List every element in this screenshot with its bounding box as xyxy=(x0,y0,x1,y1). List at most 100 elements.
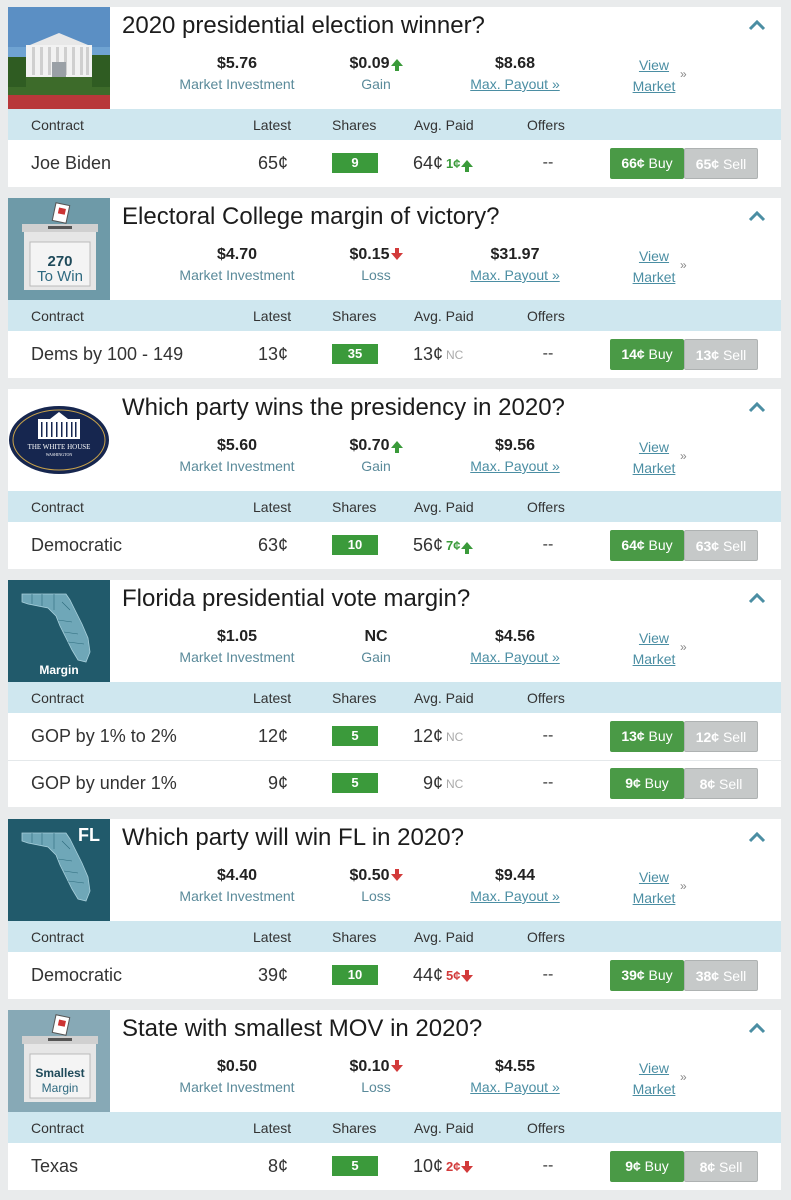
view-market-link[interactable]: View Market xyxy=(626,55,682,97)
buy-button[interactable]: 66¢ Buy xyxy=(610,148,684,179)
buy-button[interactable]: 9¢ Buy xyxy=(610,768,684,799)
sell-button[interactable]: 63¢ Sell xyxy=(684,530,758,561)
shares-badge: 5 xyxy=(332,773,378,793)
sell-button[interactable]: 12¢ Sell xyxy=(684,721,758,752)
offers-value: -- xyxy=(542,774,554,791)
market-gain: $0.15 Loss xyxy=(306,245,446,283)
market-thumbnail[interactable]: FL xyxy=(8,819,110,921)
chevron-up-icon[interactable] xyxy=(747,829,767,845)
market-investment: $5.76 Market Investment xyxy=(167,54,307,92)
price-change: 1¢ xyxy=(446,156,474,173)
max-payout: $8.68 Max. Payout » xyxy=(445,54,585,92)
market-title[interactable]: 2020 presidential election winner? xyxy=(122,12,485,40)
chevron-up-icon[interactable] xyxy=(747,399,767,415)
view-market-link[interactable]: View Market xyxy=(626,867,682,909)
gain-label: Loss xyxy=(361,888,391,904)
payout-link[interactable]: Max. Payout » xyxy=(445,649,585,665)
chevron-right-icon: » xyxy=(680,67,687,81)
chevron-up-icon[interactable] xyxy=(747,208,767,224)
arrow-down-icon xyxy=(390,869,403,882)
chevron-right-icon: » xyxy=(680,1070,687,1084)
contract-name[interactable]: Democratic xyxy=(31,535,122,556)
chevron-up-icon[interactable] xyxy=(747,1020,767,1036)
buy-button[interactable]: 39¢ Buy xyxy=(610,960,684,991)
market-thumbnail[interactable] xyxy=(8,7,110,109)
buy-price: 13¢ xyxy=(621,728,645,744)
arrow-down-icon xyxy=(461,1161,474,1174)
buy-button[interactable]: 64¢ Buy xyxy=(610,530,684,561)
market-gain: $0.50 Loss xyxy=(306,866,446,904)
buy-button[interactable]: 14¢ Buy xyxy=(610,339,684,370)
chevron-up-icon[interactable] xyxy=(747,17,767,33)
view-market-link[interactable]: View Market xyxy=(626,246,682,288)
gain-label: Gain xyxy=(361,458,391,474)
header-shares: Shares xyxy=(332,308,377,324)
offers-value: -- xyxy=(542,536,554,553)
contract-name[interactable]: GOP by 1% to 2% xyxy=(31,726,177,747)
market-card: FL Which party will win FL in 2020? $4.40… xyxy=(8,819,781,999)
market-thumbnail[interactable]: 270 To Win xyxy=(8,198,110,300)
view-market-link[interactable]: View Market xyxy=(626,437,682,479)
market-investment: $4.40 Market Investment xyxy=(167,866,307,904)
shares-badge: 10 xyxy=(332,965,378,985)
sell-button[interactable]: 8¢ Sell xyxy=(684,1151,758,1182)
price-change-value: 1¢ xyxy=(446,156,461,171)
chevron-up-icon[interactable] xyxy=(747,590,767,606)
market-title[interactable]: Electoral College margin of victory? xyxy=(122,203,500,231)
buy-label: Buy xyxy=(644,537,673,553)
market-thumbnail[interactable]: THE WHITE HOUSE WASHINGTON xyxy=(8,389,110,491)
buy-price: 9¢ xyxy=(625,775,641,791)
view-market-line1: View xyxy=(638,1060,670,1076)
header-avg-paid: Avg. Paid xyxy=(414,499,474,515)
payout-value: $9.44 xyxy=(494,867,536,884)
sell-button[interactable]: 8¢ Sell xyxy=(684,768,758,799)
market-title[interactable]: Which party wins the presidency in 2020? xyxy=(122,394,565,422)
contract-row: GOP by 1% to 2% 12¢ 5 12¢ NC -- 13¢ Buy 12¢ Sel… xyxy=(8,713,781,760)
arrow-up-icon xyxy=(390,441,403,454)
contract-name[interactable]: Dems by 100 - 149 xyxy=(31,344,183,365)
max-payout: $31.97 Max. Payout » xyxy=(445,245,585,283)
view-market-line2: Market xyxy=(632,1081,676,1097)
market-card: THE WHITE HOUSE WASHINGTON Which party w… xyxy=(8,389,781,569)
market-title[interactable]: Florida presidential vote margin? xyxy=(122,585,470,613)
investment-label: Market Investment xyxy=(179,1079,295,1095)
contract-name[interactable]: Democratic xyxy=(31,965,122,986)
header-offers: Offers xyxy=(527,690,565,706)
payout-link[interactable]: Max. Payout » xyxy=(445,458,585,474)
sell-button[interactable]: 65¢ Sell xyxy=(684,148,758,179)
payout-link[interactable]: Max. Payout » xyxy=(445,888,585,904)
latest-price: 65¢ xyxy=(257,153,288,173)
seal-title: THE WHITE HOUSE xyxy=(28,443,91,451)
header-shares: Shares xyxy=(332,117,377,133)
view-market-link[interactable]: View Market xyxy=(626,628,682,670)
market-thumbnail[interactable]: Smallest Margin xyxy=(8,1010,110,1112)
sell-button[interactable]: 13¢ Sell xyxy=(684,339,758,370)
thumb-line1: Smallest xyxy=(35,1066,84,1080)
view-market-link[interactable]: View Market xyxy=(626,1058,682,1100)
price-change: 5¢ xyxy=(446,968,474,983)
header-contract: Contract xyxy=(31,690,84,706)
investment-value: $1.05 xyxy=(216,628,258,645)
gain-value: $0.09 xyxy=(349,55,390,72)
contract-name[interactable]: Joe Biden xyxy=(31,153,111,174)
payout-link[interactable]: Max. Payout » xyxy=(445,1079,585,1095)
contract-name[interactable]: GOP by under 1% xyxy=(31,773,177,794)
price-change-value: 7¢ xyxy=(446,538,461,553)
market-thumbnail[interactable]: Margin xyxy=(8,580,110,682)
buy-label: Buy xyxy=(640,1158,669,1174)
gain-value: $0.70 xyxy=(349,437,390,454)
payout-link[interactable]: Max. Payout » xyxy=(445,76,585,92)
sell-price: 12¢ xyxy=(695,729,720,745)
market-title[interactable]: Which party will win FL in 2020? xyxy=(122,824,464,852)
payout-link[interactable]: Max. Payout » xyxy=(445,267,585,283)
buy-button[interactable]: 13¢ Buy xyxy=(610,721,684,752)
sell-button[interactable]: 38¢ Sell xyxy=(684,960,758,991)
investment-label: Market Investment xyxy=(179,76,295,92)
investment-value: $4.40 xyxy=(216,867,258,884)
buy-button[interactable]: 9¢ Buy xyxy=(610,1151,684,1182)
investment-value: $5.60 xyxy=(216,437,258,454)
contract-name[interactable]: Texas xyxy=(31,1156,78,1177)
contract-table-header: Contract Latest Shares Avg. Paid Offers xyxy=(8,109,781,140)
latest-price: 9¢ xyxy=(267,773,288,793)
market-title[interactable]: State with smallest MOV in 2020? xyxy=(122,1015,482,1043)
